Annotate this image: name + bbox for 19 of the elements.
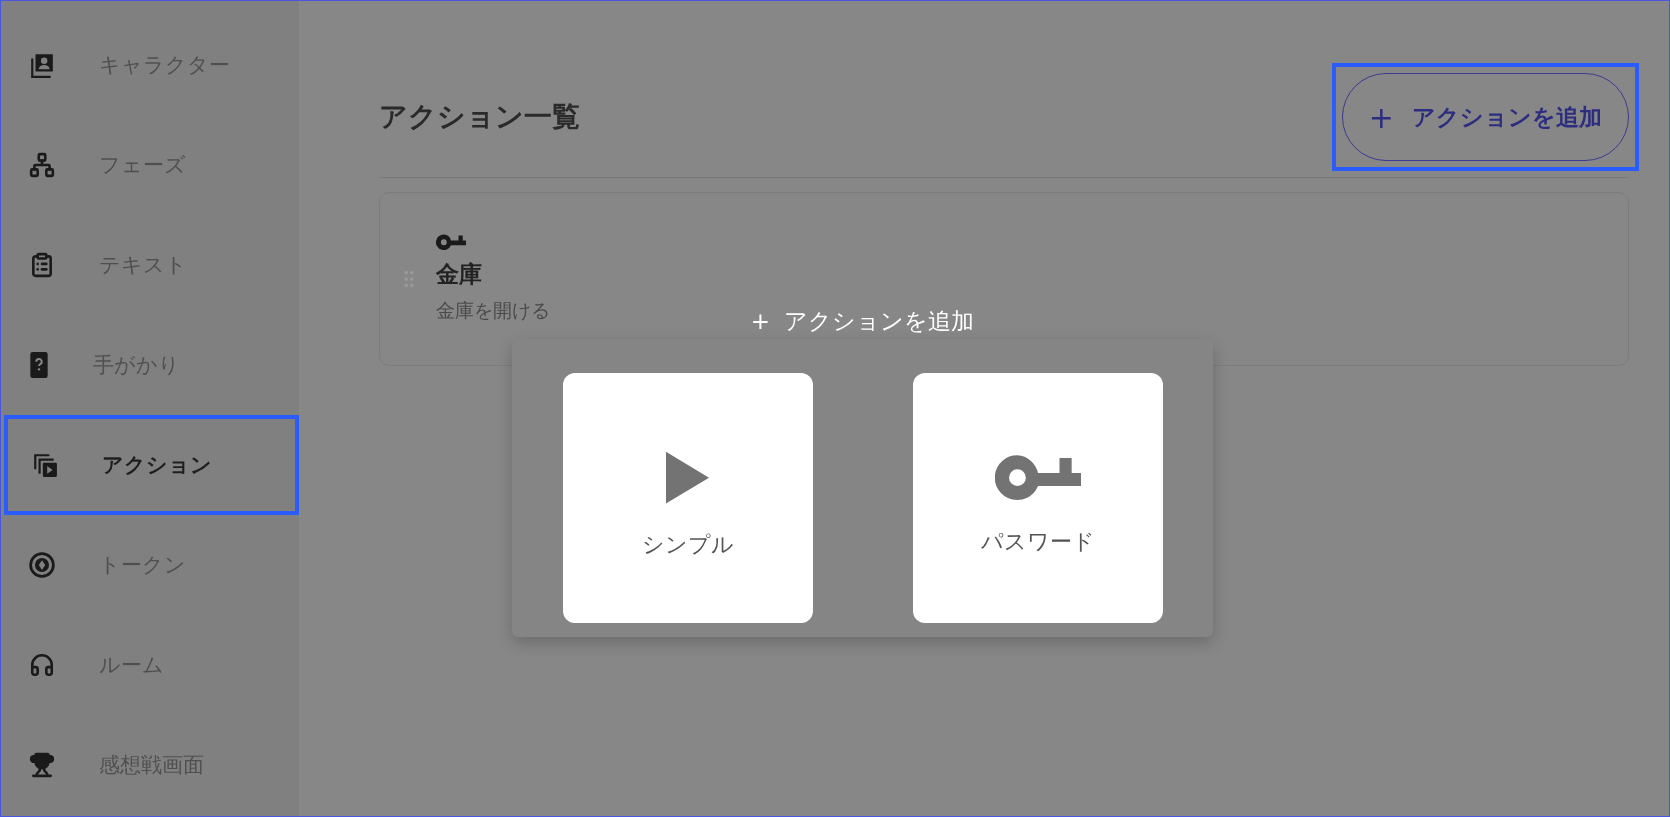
clipboard-icon xyxy=(29,252,55,278)
action-type-option[interactable]: パスワード xyxy=(912,373,1163,623)
trophy-icon xyxy=(29,752,55,778)
user-book-icon xyxy=(29,52,55,78)
hierarchy-icon xyxy=(29,152,55,178)
sidebar-item[interactable]: アクション xyxy=(4,415,299,515)
question-card-icon xyxy=(29,352,49,378)
play-icon xyxy=(666,450,709,505)
action-type-option[interactable]: シンプル xyxy=(562,373,813,623)
action-name: 金庫 xyxy=(436,259,483,289)
play-stack-icon xyxy=(32,452,58,478)
token-icon xyxy=(29,552,55,578)
page-title: アクション一覧 xyxy=(379,99,580,135)
plus-icon: + xyxy=(750,308,771,334)
key-icon xyxy=(436,234,466,251)
headphones-icon xyxy=(29,652,55,678)
key-icon xyxy=(994,453,1081,502)
dialog-title: アクションを追加 xyxy=(784,306,975,336)
action-description: 金庫を開ける xyxy=(436,297,550,323)
